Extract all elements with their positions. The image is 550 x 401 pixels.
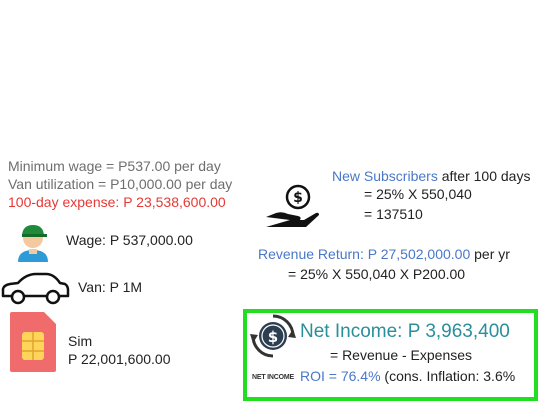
expense-total-text: 100-day expense: P 23,538,600.00 bbox=[8, 194, 226, 210]
revenue-return-line: Revenue Return: P 27,502,000.00 per yr bbox=[258, 246, 510, 262]
subscribers-equation: = 25% X 550,040 bbox=[364, 186, 472, 202]
svg-text:$: $ bbox=[268, 328, 278, 346]
van-icon bbox=[1, 272, 70, 305]
sim-label: Sim P 22,001,600.00 bbox=[68, 332, 171, 368]
sim-card-icon bbox=[10, 312, 56, 372]
net-income-icon: $ bbox=[250, 314, 296, 358]
new-subscribers-line: New Subscribers after 100 days bbox=[332, 166, 530, 186]
wage-label: Wage: P 537,000.00 bbox=[66, 232, 193, 248]
net-income-title: Net Income: P 3,963,400 bbox=[300, 321, 510, 342]
new-subscribers-suffix: after 100 days bbox=[437, 168, 531, 184]
money-hand-icon: $ bbox=[266, 184, 319, 227]
sim-title: Sim bbox=[68, 333, 93, 349]
min-wage-text: Minimum wage = P537.00 per day bbox=[8, 158, 221, 174]
expense-summary: Minimum wage = P537.00 per day Van utili… bbox=[8, 157, 232, 211]
revenue-return-suffix: per yr bbox=[470, 246, 510, 262]
roi-suffix: (cons. Inflation: 3.6% bbox=[380, 368, 516, 384]
subscribers-result: = 137510 bbox=[364, 206, 423, 222]
roi-value: ROI = 76.4% bbox=[300, 368, 381, 384]
svg-text:$: $ bbox=[293, 190, 303, 206]
new-subscribers-title: New Subscribers bbox=[332, 168, 438, 184]
revenue-return-label: Revenue Return: P 27,502,000.00 bbox=[258, 246, 471, 262]
revenue-equation: = 25% X 550,040 X P200.00 bbox=[288, 266, 466, 282]
worker-icon bbox=[18, 225, 48, 262]
van-label: Van: P 1M bbox=[78, 279, 143, 295]
net-income-icon-caption: NET INCOME bbox=[252, 374, 294, 381]
net-income-equation: = Revenue - Expenses bbox=[330, 347, 473, 363]
sim-value: P 22,001,600.00 bbox=[68, 351, 171, 367]
roi-line: ROI = 76.4% (cons. Inflation: 3.6% bbox=[300, 368, 515, 384]
van-utilization-text: Van utilization = P10,000.00 per day bbox=[8, 176, 233, 192]
